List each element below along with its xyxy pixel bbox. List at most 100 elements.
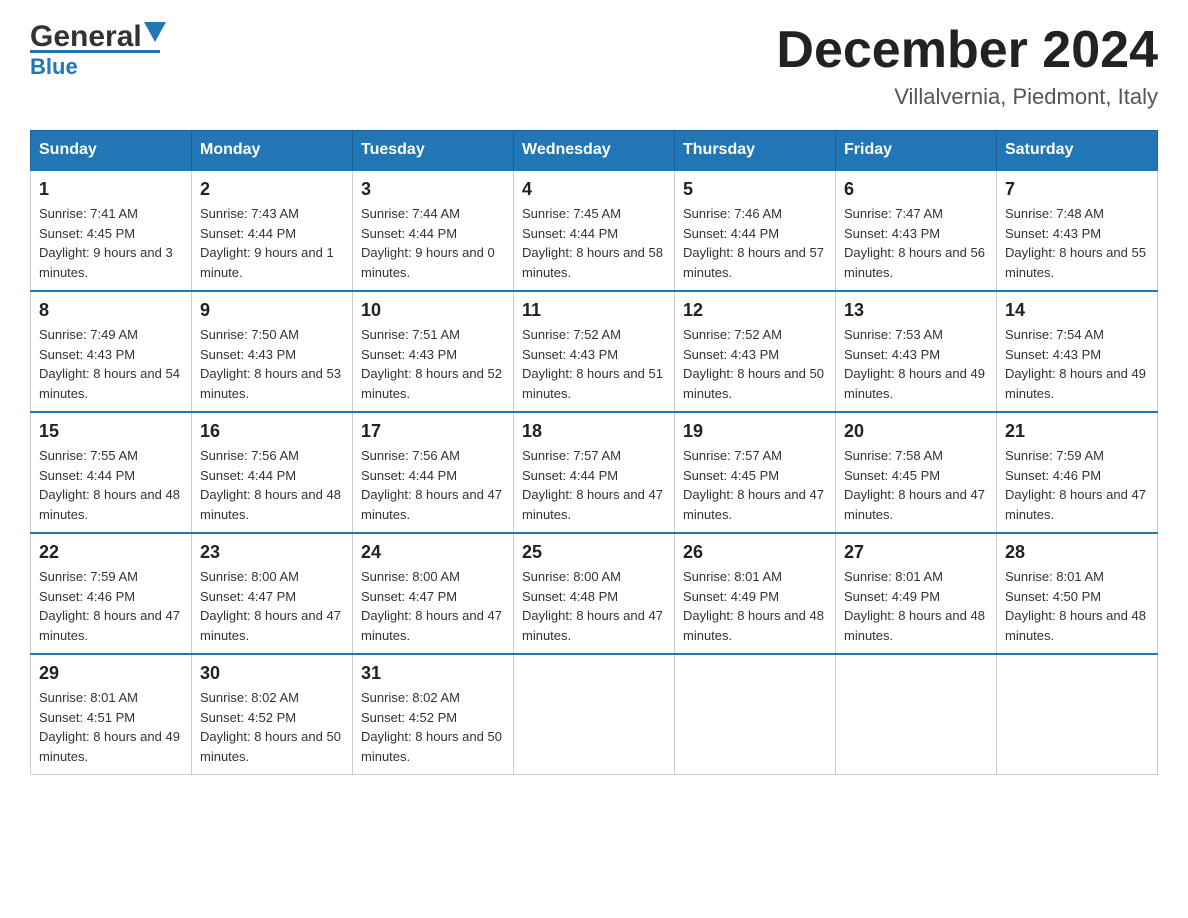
- day-number: 27: [844, 542, 988, 563]
- table-row: 24 Sunrise: 8:00 AMSunset: 4:47 PMDayligh…: [353, 533, 514, 654]
- table-row: [997, 654, 1158, 775]
- calendar-week-row: 29 Sunrise: 8:01 AMSunset: 4:51 PMDayligh…: [31, 654, 1158, 775]
- table-row: 4Sunrise: 7:45 AMSunset: 4:44 PMDaylight…: [514, 170, 675, 291]
- table-row: 31 Sunrise: 8:02 AMSunset: 4:52 PMDayligh…: [353, 654, 514, 775]
- day-info: Sunrise: 7:52 AMSunset: 4:43 PMDaylight:…: [522, 325, 666, 403]
- day-info: Sunrise: 7:51 AMSunset: 4:43 PMDaylight:…: [361, 325, 505, 403]
- table-row: 14Sunrise: 7:54 AMSunset: 4:43 PMDayligh…: [997, 291, 1158, 412]
- calendar-week-row: 8 Sunrise: 7:49 AMSunset: 4:43 PMDaylight…: [31, 291, 1158, 412]
- table-row: 6 Sunrise: 7:47 AMSunset: 4:43 PMDaylight…: [836, 170, 997, 291]
- day-number: 10: [361, 300, 505, 321]
- day-info: Sunrise: 8:01 AMSunset: 4:51 PMDaylight:…: [39, 688, 183, 766]
- table-row: 12 Sunrise: 7:52 AMSunset: 4:43 PMDayligh…: [675, 291, 836, 412]
- table-row: 13 Sunrise: 7:53 AMSunset: 4:43 PMDayligh…: [836, 291, 997, 412]
- location-subtitle: Villalvernia, Piedmont, Italy: [776, 84, 1158, 110]
- day-info: Sunrise: 7:48 AMSunset: 4:43 PMDaylight:…: [1005, 204, 1149, 282]
- day-number: 5: [683, 179, 827, 200]
- header-wednesday: Wednesday: [514, 131, 675, 171]
- day-number: 22: [39, 542, 183, 563]
- day-info: Sunrise: 8:01 AMSunset: 4:49 PMDaylight:…: [844, 567, 988, 645]
- day-number: 13: [844, 300, 988, 321]
- calendar-week-row: 22 Sunrise: 7:59 AMSunset: 4:46 PMDayligh…: [31, 533, 1158, 654]
- table-row: 16Sunrise: 7:56 AMSunset: 4:44 PMDayligh…: [192, 412, 353, 533]
- day-info: Sunrise: 7:59 AMSunset: 4:46 PMDaylight:…: [1005, 446, 1149, 524]
- day-info: Sunrise: 7:52 AMSunset: 4:43 PMDaylight:…: [683, 325, 827, 403]
- table-row: 27 Sunrise: 8:01 AMSunset: 4:49 PMDayligh…: [836, 533, 997, 654]
- day-number: 17: [361, 421, 505, 442]
- month-year-title: December 2024: [776, 20, 1158, 80]
- day-info: Sunrise: 7:41 AMSunset: 4:45 PMDaylight:…: [39, 204, 183, 282]
- day-info: Sunrise: 8:02 AMSunset: 4:52 PMDaylight:…: [200, 688, 344, 766]
- calendar-week-row: 1 Sunrise: 7:41 AMSunset: 4:45 PMDaylight…: [31, 170, 1158, 291]
- day-number: 28: [1005, 542, 1149, 563]
- calendar-table: Sunday Monday Tuesday Wednesday Thursday…: [30, 130, 1158, 775]
- day-number: 3: [361, 179, 505, 200]
- day-info: Sunrise: 7:43 AMSunset: 4:44 PMDaylight:…: [200, 204, 344, 282]
- logo-blue-text: Blue: [30, 54, 166, 80]
- table-row: 30 Sunrise: 8:02 AMSunset: 4:52 PMDayligh…: [192, 654, 353, 775]
- day-info: Sunrise: 7:45 AMSunset: 4:44 PMDaylight:…: [522, 204, 666, 282]
- day-info: Sunrise: 7:57 AMSunset: 4:44 PMDaylight:…: [522, 446, 666, 524]
- day-info: Sunrise: 8:00 AMSunset: 4:47 PMDaylight:…: [361, 567, 505, 645]
- day-info: Sunrise: 7:54 AMSunset: 4:43 PMDaylight:…: [1005, 325, 1149, 403]
- day-number: 26: [683, 542, 827, 563]
- day-number: 30: [200, 663, 344, 684]
- day-info: Sunrise: 7:47 AMSunset: 4:43 PMDaylight:…: [844, 204, 988, 282]
- table-row: 15Sunrise: 7:55 AMSunset: 4:44 PMDayligh…: [31, 412, 192, 533]
- day-number: 12: [683, 300, 827, 321]
- day-info: Sunrise: 8:00 AMSunset: 4:48 PMDaylight:…: [522, 567, 666, 645]
- header-thursday: Thursday: [675, 131, 836, 171]
- table-row: 22 Sunrise: 7:59 AMSunset: 4:46 PMDayligh…: [31, 533, 192, 654]
- day-number: 29: [39, 663, 183, 684]
- day-number: 9: [200, 300, 344, 321]
- day-number: 21: [1005, 421, 1149, 442]
- day-info: Sunrise: 7:56 AMSunset: 4:44 PMDaylight:…: [361, 446, 505, 524]
- header-monday: Monday: [192, 131, 353, 171]
- day-number: 19: [683, 421, 827, 442]
- day-info: Sunrise: 7:46 AMSunset: 4:44 PMDaylight:…: [683, 204, 827, 282]
- day-number: 11: [522, 300, 666, 321]
- day-number: 18: [522, 421, 666, 442]
- day-number: 2: [200, 179, 344, 200]
- day-info: Sunrise: 8:02 AMSunset: 4:52 PMDaylight:…: [361, 688, 505, 766]
- table-row: [675, 654, 836, 775]
- table-row: 21 Sunrise: 7:59 AMSunset: 4:46 PMDayligh…: [997, 412, 1158, 533]
- day-number: 7: [1005, 179, 1149, 200]
- table-row: 18 Sunrise: 7:57 AMSunset: 4:44 PMDayligh…: [514, 412, 675, 533]
- title-section: December 2024 Villalvernia, Piedmont, It…: [776, 20, 1158, 110]
- day-number: 24: [361, 542, 505, 563]
- day-number: 31: [361, 663, 505, 684]
- table-row: 2 Sunrise: 7:43 AMSunset: 4:44 PMDaylight…: [192, 170, 353, 291]
- table-row: 1 Sunrise: 7:41 AMSunset: 4:45 PMDaylight…: [31, 170, 192, 291]
- day-info: Sunrise: 8:01 AMSunset: 4:49 PMDaylight:…: [683, 567, 827, 645]
- table-row: 29 Sunrise: 8:01 AMSunset: 4:51 PMDayligh…: [31, 654, 192, 775]
- header-saturday: Saturday: [997, 131, 1158, 171]
- table-row: 23 Sunrise: 8:00 AMSunset: 4:47 PMDayligh…: [192, 533, 353, 654]
- day-info: Sunrise: 7:59 AMSunset: 4:46 PMDaylight:…: [39, 567, 183, 645]
- day-number: 1: [39, 179, 183, 200]
- logo: General Blue: [30, 20, 166, 80]
- calendar-week-row: 15Sunrise: 7:55 AMSunset: 4:44 PMDayligh…: [31, 412, 1158, 533]
- day-number: 15: [39, 421, 183, 442]
- header-tuesday: Tuesday: [353, 131, 514, 171]
- header-sunday: Sunday: [31, 131, 192, 171]
- day-info: Sunrise: 7:53 AMSunset: 4:43 PMDaylight:…: [844, 325, 988, 403]
- header-friday: Friday: [836, 131, 997, 171]
- day-info: Sunrise: 8:00 AMSunset: 4:47 PMDaylight:…: [200, 567, 344, 645]
- day-number: 23: [200, 542, 344, 563]
- table-row: 9Sunrise: 7:50 AMSunset: 4:43 PMDaylight…: [192, 291, 353, 412]
- day-info: Sunrise: 7:49 AMSunset: 4:43 PMDaylight:…: [39, 325, 183, 403]
- logo-arrow-icon: [144, 22, 166, 48]
- day-info: Sunrise: 7:44 AMSunset: 4:44 PMDaylight:…: [361, 204, 505, 282]
- day-info: Sunrise: 8:01 AMSunset: 4:50 PMDaylight:…: [1005, 567, 1149, 645]
- day-number: 25: [522, 542, 666, 563]
- table-row: [836, 654, 997, 775]
- table-row: 20Sunrise: 7:58 AMSunset: 4:45 PMDayligh…: [836, 412, 997, 533]
- table-row: 28 Sunrise: 8:01 AMSunset: 4:50 PMDayligh…: [997, 533, 1158, 654]
- day-number: 6: [844, 179, 988, 200]
- day-info: Sunrise: 7:58 AMSunset: 4:45 PMDaylight:…: [844, 446, 988, 524]
- table-row: 25 Sunrise: 8:00 AMSunset: 4:48 PMDayligh…: [514, 533, 675, 654]
- day-number: 8: [39, 300, 183, 321]
- calendar-header-row: Sunday Monday Tuesday Wednesday Thursday…: [31, 131, 1158, 171]
- table-row: 5 Sunrise: 7:46 AMSunset: 4:44 PMDaylight…: [675, 170, 836, 291]
